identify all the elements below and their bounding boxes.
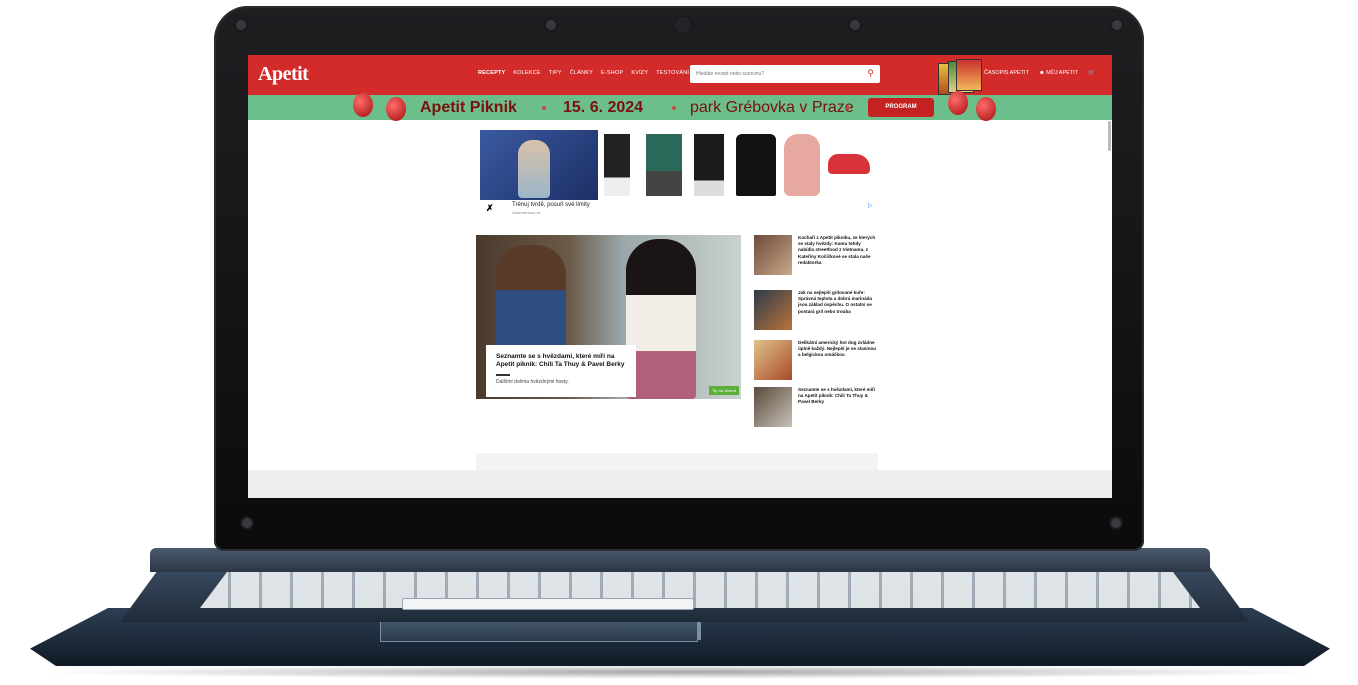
site-header: Apetit RECEPTY KOLEKCE TIPY ČLÁNKY E-SHO…: [248, 55, 1112, 95]
featured-article-title[interactable]: Seznamte se s hvězdami, které míří na Ap…: [496, 353, 630, 369]
screen-bottom-area: [248, 470, 1112, 498]
lid-screw-icon: [242, 518, 252, 528]
adchoices-icon[interactable]: ▷: [868, 202, 873, 209]
magazine-cover: [956, 59, 982, 91]
banner-event-name: Apetit Piknik: [420, 99, 517, 116]
lid-screw-icon: [546, 20, 556, 30]
nav-item-kvizy[interactable]: KVÍZY: [631, 70, 648, 76]
featured-article-subtitle: Dalšími dvěma hvězdnými hosty.: [496, 379, 569, 385]
balloon-icon: [353, 93, 373, 117]
balloon-icon: [976, 97, 996, 121]
ad-product-shoe: [828, 154, 870, 174]
ad-footer: ✗ Trénuj tvrdě, posuň své limity Underar…: [480, 200, 874, 218]
search-input[interactable]: Hledáte recept nebo surovinu? ⚲: [690, 65, 880, 83]
ad-domain: Underarmour.cz: [512, 210, 541, 215]
scrollbar-thumb[interactable]: [1108, 121, 1111, 151]
banner-separator-dot: [542, 106, 546, 110]
ad-product-shorts: [694, 134, 724, 196]
nav-item-clanky[interactable]: ČLÁNKY: [570, 70, 593, 76]
main-nav: RECEPTY KOLEKCE TIPY ČLÁNKY E-SHOP KVÍZY…: [478, 70, 689, 76]
balloon-icon: [948, 91, 968, 115]
featured-article-caption: Seznamte se s hvězdami, které míří na Ap…: [486, 345, 636, 397]
site-logo[interactable]: Apetit: [258, 63, 309, 86]
banner-location: park Grébovka v Praze: [690, 99, 854, 116]
nav-item-tipy[interactable]: TIPY: [549, 70, 562, 76]
header-right-links: ČASOPIS APETIT ☻ MŮJ APETIT 🛒: [984, 70, 1095, 76]
article-thumbnail: [754, 340, 792, 380]
side-article-title[interactable]: Jak na nejlepší grilované kuře: Správná …: [798, 290, 878, 315]
side-article-title[interactable]: Kuchaři z Apetit pikniku, ze kterých se …: [798, 235, 878, 266]
ad-hero-image: [480, 130, 598, 200]
user-icon: ☻: [1038, 70, 1045, 76]
spacebar-key[interactable]: [402, 598, 694, 610]
lid-screw-icon: [236, 20, 246, 30]
ad-product-jacket: [736, 134, 776, 196]
event-banner[interactable]: Apetit Piknik 15. 6. 2024 park Grébovka …: [248, 91, 1112, 121]
magazine-covers[interactable]: [938, 59, 982, 95]
side-article-title[interactable]: Seznamte se s hvězdami, které míří na Ap…: [798, 387, 878, 406]
lid-screw-icon: [1111, 518, 1121, 528]
ad-product-leggings: [604, 134, 630, 196]
account-link-label: MŮJ APETIT: [1046, 70, 1079, 76]
webcam-icon: [675, 17, 691, 33]
ad-headline[interactable]: Trénuj tvrdě, posuň své limity: [512, 202, 590, 208]
program-button[interactable]: PROGRAM: [868, 98, 934, 117]
nav-item-recepty[interactable]: RECEPTY: [478, 70, 505, 76]
nav-item-eshop[interactable]: E-SHOP: [601, 70, 623, 76]
search-placeholder: Hledáte recept nebo surovinu?: [696, 71, 765, 77]
keyboard-keys[interactable]: [200, 568, 1200, 608]
cart-icon[interactable]: 🛒: [1088, 70, 1095, 76]
featured-article[interactable]: Seznamte se s hvězdami, které míří na Ap…: [476, 235, 741, 399]
banner-separator-dot: [672, 106, 676, 110]
lid-screw-icon: [850, 20, 860, 30]
article-thumbnail: [754, 235, 792, 275]
photo-person-woman: [626, 239, 696, 399]
article-thumbnail: [754, 290, 792, 330]
nav-item-kolekce[interactable]: KOLEKCE: [513, 70, 540, 76]
banner-date: 15. 6. 2024: [563, 99, 644, 116]
side-article-title[interactable]: Delikátní americký hot dog zvládne úplně…: [798, 340, 878, 359]
lid-screw-icon: [1112, 20, 1122, 30]
search-icon[interactable]: ⚲: [867, 68, 874, 79]
account-link[interactable]: ☻ MŮJ APETIT: [1039, 70, 1078, 76]
magazine-link[interactable]: ČASOPIS APETIT: [984, 70, 1029, 76]
ad-product-backpack: [784, 134, 820, 196]
ad-brand-icon: ✗: [486, 203, 494, 213]
article-thumbnail: [754, 387, 792, 427]
article-tag[interactable]: Tip na víkend: [709, 386, 739, 395]
laptop-shadow: [30, 665, 1330, 679]
caption-divider: [496, 374, 510, 376]
ad-product-top: [646, 134, 682, 196]
content-placeholder: [476, 453, 878, 471]
nav-item-testovani[interactable]: TESTOVÁNÍ: [656, 70, 689, 76]
banner-separator-dot: [846, 106, 850, 110]
browser-viewport: Apetit RECEPTY KOLEKCE TIPY ČLÁNKY E-SHO…: [248, 55, 1112, 498]
balloon-icon: [386, 97, 406, 121]
ad-athlete-image: [518, 140, 550, 198]
advertisement[interactable]: ✗ Trénuj tvrdě, posuň své limity Underar…: [480, 130, 874, 218]
laptop-hinge: [150, 548, 1210, 572]
